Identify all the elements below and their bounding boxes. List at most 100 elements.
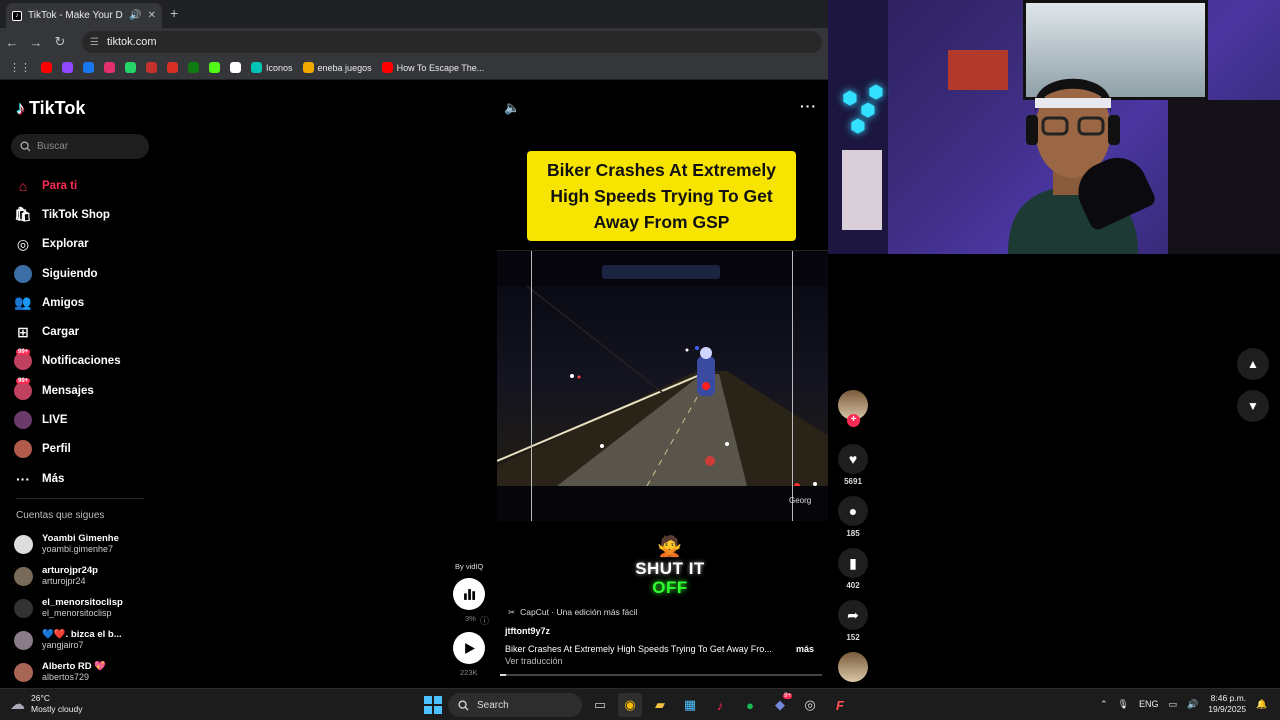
browser-toolbar: ← → ↻ ☰ tiktok.com bbox=[0, 28, 828, 56]
app-f-icon[interactable]: F bbox=[828, 693, 852, 717]
notification-bell-icon[interactable]: 🔔 bbox=[1256, 699, 1267, 710]
sidebar-item-amigos[interactable]: 👥 Amigos bbox=[14, 288, 121, 317]
volume-icon[interactable]: 🔈 bbox=[504, 100, 520, 116]
sidebar-item-perfil[interactable]: Perfil bbox=[14, 435, 121, 464]
bookmark-item[interactable] bbox=[59, 62, 76, 73]
following-item[interactable]: 💙❤️. bizca el b... yangjairo7 bbox=[14, 624, 123, 656]
vidiq-stats-button[interactable] bbox=[453, 578, 485, 610]
file-explorer-icon[interactable]: ▰ bbox=[648, 693, 672, 717]
search-icon bbox=[458, 699, 469, 711]
video-progress[interactable] bbox=[500, 674, 822, 676]
forward-button[interactable]: → bbox=[24, 35, 48, 50]
video-headline: Biker Crashes At Extremely High Speeds T… bbox=[527, 151, 796, 241]
bookmark-item[interactable] bbox=[206, 62, 223, 73]
follow-plus-icon[interactable]: + bbox=[847, 414, 860, 427]
play-button[interactable] bbox=[453, 632, 485, 664]
sidebar-item-para-ti[interactable]: ⌂ Para ti bbox=[14, 171, 121, 200]
windows-start-icon[interactable] bbox=[424, 696, 442, 714]
apps-icon[interactable]: ⋮⋮ bbox=[6, 61, 34, 74]
sidebar-item-más[interactable]: ··· Más bbox=[14, 464, 121, 493]
cloud-icon: ☁ bbox=[10, 695, 25, 713]
spotify-icon[interactable]: ● bbox=[738, 693, 762, 717]
capcut-tag[interactable]: ✂ CapCut · Una edición más fácil bbox=[508, 607, 637, 618]
sidebar-item-explorar[interactable]: ◎ Explorar bbox=[14, 230, 121, 259]
bookmark-item[interactable] bbox=[143, 62, 160, 73]
new-tab-button[interactable]: + bbox=[170, 5, 178, 21]
bookmark-item[interactable] bbox=[122, 62, 139, 73]
sidebar-item-tiktok-shop[interactable]: 🛍 TikTok Shop bbox=[14, 200, 121, 229]
bookmark-icon bbox=[230, 62, 241, 73]
speaker-icon[interactable]: 🔊 bbox=[129, 10, 141, 21]
search-input[interactable]: Buscar bbox=[11, 134, 149, 159]
following-item[interactable]: arturojpr24p arturojpr24 bbox=[14, 560, 123, 592]
notification-badge: 9+ bbox=[783, 693, 792, 699]
sidebar-item-cargar[interactable]: ⊞ Cargar bbox=[14, 317, 121, 346]
bookmark-item[interactable]: How To Escape The... bbox=[379, 62, 488, 73]
like-button[interactable]: ♥ bbox=[838, 444, 868, 474]
clock[interactable]: 8:46 p.m. 19/9/2025 bbox=[1208, 693, 1246, 715]
bookmark-item[interactable] bbox=[185, 62, 202, 73]
bookmark-item[interactable] bbox=[227, 62, 244, 73]
following-title: Cuentas que sigues bbox=[16, 510, 105, 521]
sidebar-item-label: LIVE bbox=[42, 414, 68, 427]
weather-widget[interactable]: ☁ 26°C Mostly cloudy bbox=[10, 693, 83, 715]
comment-button[interactable]: ● bbox=[838, 496, 868, 526]
sidebar-item-live[interactable]: LIVE bbox=[14, 405, 121, 434]
chrome-icon[interactable]: ◉ bbox=[618, 693, 642, 717]
bookmark-item[interactable]: eneba juegos bbox=[300, 62, 375, 73]
chevron-up-icon[interactable]: ⌃ bbox=[1100, 699, 1108, 710]
following-handle: el_menorsitoclisp bbox=[42, 608, 112, 618]
taskbar-search[interactable]: Search bbox=[448, 693, 582, 717]
bookmark-item[interactable]: Iconos bbox=[248, 62, 296, 73]
avatar bbox=[14, 411, 32, 430]
previous-video-button[interactable]: ▲ bbox=[1237, 348, 1269, 380]
shop-icon: 🛍 bbox=[14, 206, 32, 223]
volume-tray-icon[interactable]: 🔊 bbox=[1187, 699, 1198, 710]
language-indicator[interactable]: ENG bbox=[1139, 699, 1159, 709]
back-button[interactable]: ← bbox=[0, 35, 24, 50]
microphone-icon[interactable]: 🎙 bbox=[1118, 699, 1129, 710]
following-item[interactable]: Alberto RD 💖 albertos729 bbox=[14, 656, 123, 688]
close-icon[interactable]: ✕ bbox=[148, 10, 156, 21]
bookmark-item[interactable] bbox=[38, 62, 55, 73]
task-view-icon[interactable]: ▭ bbox=[588, 693, 612, 717]
store-icon[interactable]: ▦ bbox=[678, 693, 702, 717]
save-button[interactable]: ▮ bbox=[838, 548, 868, 578]
following-item[interactable]: el_menorsitoclisp el_menorsitoclisp bbox=[14, 592, 123, 624]
site-info-icon[interactable]: ☰ bbox=[90, 37, 99, 48]
tiktok-logo[interactable]: ♪ TikTok bbox=[16, 98, 85, 119]
address-bar[interactable]: ☰ tiktok.com bbox=[82, 31, 822, 53]
browser-tab[interactable]: ♪ TikTok - Make Your Day 🔊 ✕ bbox=[6, 3, 162, 28]
music-disc-avatar[interactable] bbox=[838, 652, 868, 682]
video-progress-fill bbox=[500, 674, 507, 676]
view-count: 223K bbox=[460, 668, 478, 677]
sidebar-item-siguiendo[interactable]: Siguiendo bbox=[14, 259, 121, 288]
bookmark-item[interactable] bbox=[164, 62, 181, 73]
more-options-icon[interactable]: ··· bbox=[800, 98, 817, 114]
search-icon bbox=[20, 141, 31, 152]
creator-avatar[interactable]: + bbox=[838, 390, 868, 427]
bookmark-item[interactable] bbox=[101, 62, 118, 73]
video-author[interactable]: jtftont9y7z bbox=[505, 626, 550, 636]
share-icon: ➦ bbox=[847, 606, 859, 623]
obs-icon[interactable]: ◎ bbox=[798, 693, 822, 717]
translate-link[interactable]: Ver traducción bbox=[505, 656, 563, 666]
discord-icon[interactable]: ◆ 9+ bbox=[768, 693, 792, 717]
sidebar-item-mensajes[interactable]: 99+ Mensajes bbox=[14, 376, 121, 405]
bookmark-icon bbox=[188, 62, 199, 73]
tiktok-app-icon[interactable]: ♪ bbox=[708, 693, 732, 717]
next-video-button[interactable]: ▼ bbox=[1237, 390, 1269, 422]
sidebar-item-notificaciones[interactable]: 99+ Notificaciones bbox=[14, 347, 121, 376]
info-icon[interactable]: ⓘ bbox=[480, 614, 489, 627]
more-button[interactable]: más bbox=[796, 644, 814, 654]
bookmark-icon bbox=[251, 62, 262, 73]
reload-button[interactable]: ↻ bbox=[48, 34, 72, 50]
dashcam-footage[interactable]: Georg bbox=[497, 250, 828, 521]
network-icon[interactable]: ▭ bbox=[1169, 699, 1178, 710]
following-item[interactable]: Yoambi Gimenhe yoambi.gimenhe7 bbox=[14, 528, 123, 560]
message-icon bbox=[14, 381, 32, 400]
bookmark-item[interactable] bbox=[80, 62, 97, 73]
share-button[interactable]: ➦ bbox=[838, 600, 868, 630]
action-bar: + ♥ 5691 ● 185 ▮ 402 ➦ 152 bbox=[836, 390, 870, 682]
sidebar-nav: ⌂ Para ti 🛍 TikTok Shop ◎ Explorar Siguiendo 👥 A… bbox=[14, 171, 121, 493]
